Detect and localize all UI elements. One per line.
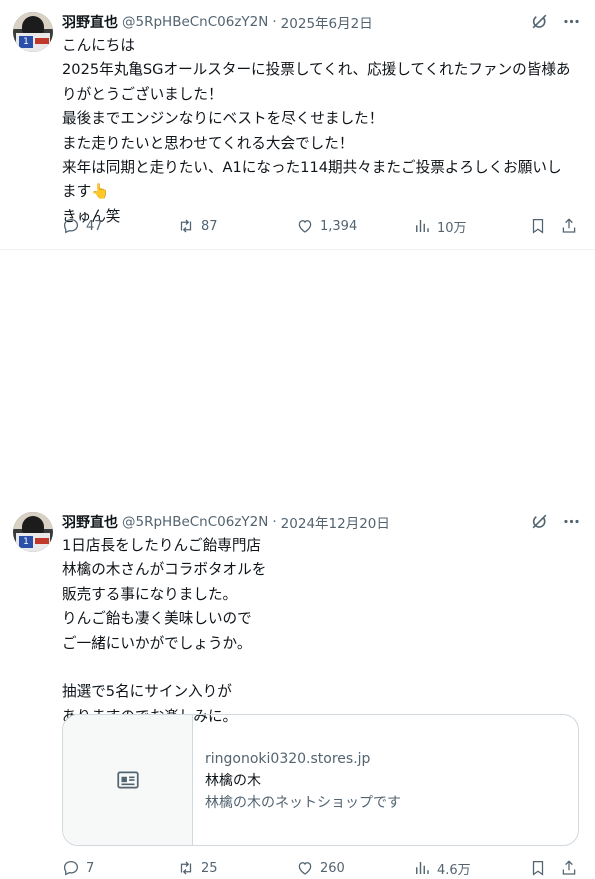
tweet-text-line: また走りたいと思わせてくれる大会でした！ [62,134,354,152]
tweet-text-line: 来年は同期と走りたい、A1になった114期共々またご投票よろしくお願いし [62,158,562,176]
like-icon [296,859,314,877]
more-icon[interactable] [561,11,581,31]
tweet-text-line: ます👆 [62,183,110,201]
tweet-text-line [62,656,582,680]
tweet[interactable]: 1 羽野直也 @5RpHBeCnC06zY2N · 2025年6月2日 こんにち… [0,0,595,250]
views-icon [413,859,431,877]
tweet-text: こんにちは 2025年丸亀SGオールスターに投票してくれ、応援してくれたファンの… [62,34,582,229]
tweet-text-line: 1日店長をしたりんご飴専門店 [62,537,262,554]
tweet-text: 1日店長をしたりんご飴専門店 林檎の木さんがコラボタオルを 販売する事になりまし… [62,534,582,729]
card-domain: ringonoki0320.stores.jp [205,751,371,767]
like-icon [296,217,314,235]
tweet-text-line: こんにちは [62,37,135,54]
retweet-count: 25 [201,860,218,876]
like-count: 260 [320,860,345,876]
reply-button[interactable]: 7 [62,857,94,879]
tweet-actions: 47 87 1,394 10万 [62,215,582,237]
bookmark-button[interactable] [529,215,547,237]
bookmark-icon [529,217,547,235]
tweet-text-line: 林檎の木さんがコラボタオルを [62,561,267,579]
separator-dot: · [272,514,277,530]
author-handle[interactable]: @5RpHBeCnC06zY2N [122,514,268,530]
card-title: 林檎の木 [205,773,261,789]
tweet-date[interactable]: 2024年12月20日 [281,512,390,532]
retweet-count: 87 [201,218,218,234]
bookmark-button[interactable] [529,857,547,879]
retweet-icon [177,217,195,235]
link-card-icon [115,767,141,793]
retweet-button[interactable]: 87 [177,215,218,237]
share-button[interactable] [560,215,578,237]
author-handle[interactable]: @5RpHBeCnC06zY2N [122,14,268,30]
bookmark-icon [529,859,547,877]
reply-icon [62,859,80,877]
views-count: 10万 [437,220,467,236]
tweet-text-line: ご一緒にいかがでしょうか。 [62,634,252,652]
author-name[interactable]: 羽野直也 [62,512,118,532]
tweet-text-line: 抽選で5名にサイン入りが [62,683,232,701]
like-count: 1,394 [320,218,358,234]
tweet[interactable]: 1 羽野直也 @5RpHBeCnC06zY2N · 2024年12月20日 1日… [0,250,595,878]
separator-dot: · [272,14,277,30]
tweet-header: 羽野直也 @5RpHBeCnC06zY2N · 2025年6月2日 [62,11,581,33]
avatar[interactable]: 1 [13,512,53,552]
tweet-text-line: 最後までエンジンなりにベストを尽くせました！ [62,110,384,128]
views-button[interactable]: 10万 [413,215,467,237]
tweet-text-line: りんご飴も凄く美味しいので [62,610,252,628]
reply-button[interactable]: 47 [62,215,103,237]
tweet-date[interactable]: 2025年6月2日 [281,12,373,32]
tweet-text-line: 2025年丸亀SGオールスターに投票してくれ、応援してくれたファンの皆様あ [62,61,571,79]
reply-count: 47 [86,218,103,234]
views-icon [413,217,431,235]
avatar[interactable]: 1 [13,12,53,52]
share-icon [560,217,578,235]
link-card[interactable]: ringonoki0320.stores.jp 林檎の木 林檎の木のネットショッ… [62,714,579,846]
author-name[interactable]: 羽野直也 [62,12,118,32]
retweet-button[interactable]: 25 [177,857,218,879]
tweet-text-line: りがとうございました！ [62,85,223,103]
card-description: 林檎の木のネットショップです [205,795,401,811]
reply-count: 7 [86,860,95,876]
share-button[interactable] [560,857,578,879]
reply-icon [62,217,80,235]
views-count: 4.6万 [437,862,471,878]
grok-icon[interactable] [529,511,549,531]
tweet-header: 羽野直也 @5RpHBeCnC06zY2N · 2024年12月20日 [62,511,581,533]
share-icon [560,859,578,877]
like-button[interactable]: 260 [296,857,345,879]
grok-icon[interactable] [529,11,549,31]
tweet-actions: 7 25 260 4.6万 [62,857,582,879]
like-button[interactable]: 1,394 [296,215,357,237]
card-thumbnail [63,715,193,845]
retweet-icon [177,859,195,877]
views-button[interactable]: 4.6万 [413,857,471,879]
tweet-text-line: 販売する事になりました。 [62,585,238,603]
more-icon[interactable] [561,511,581,531]
